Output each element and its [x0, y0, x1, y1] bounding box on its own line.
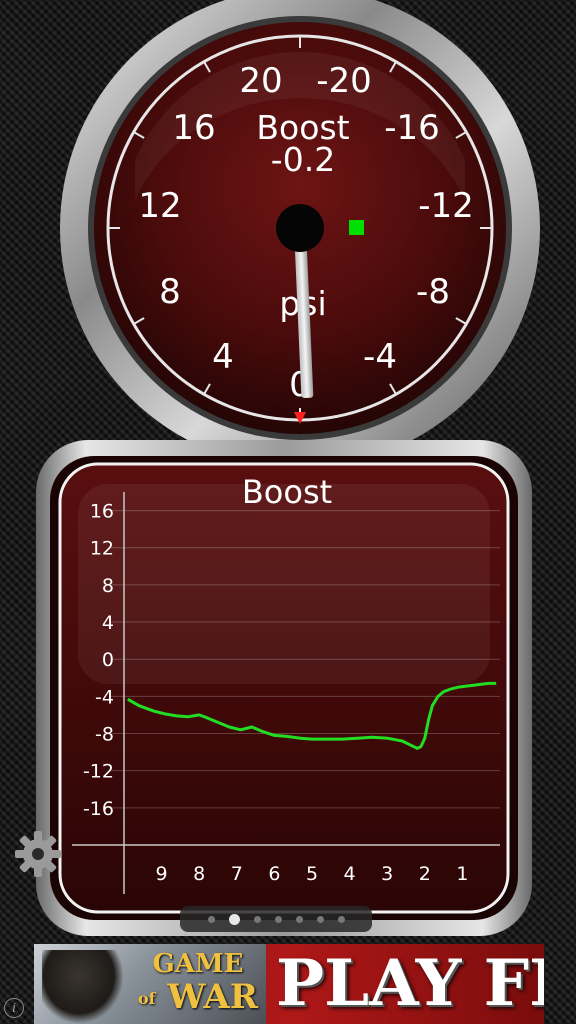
graph-y-tick-label: -8 [95, 724, 114, 746]
page-dot[interactable] [295, 915, 303, 923]
graph-x-tick-label: 9 [156, 863, 168, 885]
graph-glare [78, 484, 490, 684]
graph-y-tick-label: -12 [83, 761, 114, 783]
page-dot[interactable] [337, 915, 345, 923]
boost-graph-panel: Boost 16 12 8 4 0 -4 -8 -12 -16 9 8 7 6 5 4 3 2 1 [36, 440, 532, 936]
graph-y-tick-label: 4 [102, 612, 114, 634]
graph-y-tick-label: -16 [83, 798, 114, 820]
page-dot[interactable] [253, 915, 261, 923]
ad-artwork: GAME of WAR [34, 944, 266, 1024]
graph-x-tick-label: 3 [381, 863, 393, 885]
ad-info-icon[interactable]: i [4, 998, 24, 1018]
page-indicator[interactable] [180, 906, 372, 932]
graph-x-tick-label: 8 [193, 863, 205, 885]
graph-x-tick-labels: 9 8 7 6 5 4 3 2 1 [156, 863, 469, 885]
page-dot[interactable] [316, 915, 324, 923]
ad-cta-text: PLAY FI [276, 946, 544, 1021]
graph-x-tick-label: 2 [419, 863, 431, 885]
page-dot[interactable] [274, 915, 282, 923]
graph-x-tick-label: 4 [344, 863, 356, 885]
ad-character-image [42, 950, 124, 1024]
graph-x-tick-label: 7 [231, 863, 243, 885]
page-dot[interactable] [207, 915, 215, 923]
graph-x-tick-label: 5 [306, 863, 318, 885]
ad-game-logo: GAME of WAR [137, 949, 259, 1017]
graph-y-tick-label: 16 [90, 501, 114, 523]
graph-x-tick-label: 6 [268, 863, 280, 885]
ad-banner[interactable]: GAME of WAR PLAY FI [34, 944, 544, 1024]
page-dot-active[interactable] [228, 913, 240, 925]
graph-y-tick-label: 8 [102, 575, 114, 597]
graph-x-tick-label: 1 [456, 863, 468, 885]
graph-y-tick-label: 0 [102, 649, 114, 671]
graph-y-tick-label: -4 [95, 686, 114, 708]
settings-gear-icon[interactable] [12, 828, 64, 880]
graph-y-tick-label: 12 [90, 538, 114, 560]
graph-title: Boost [242, 473, 332, 511]
